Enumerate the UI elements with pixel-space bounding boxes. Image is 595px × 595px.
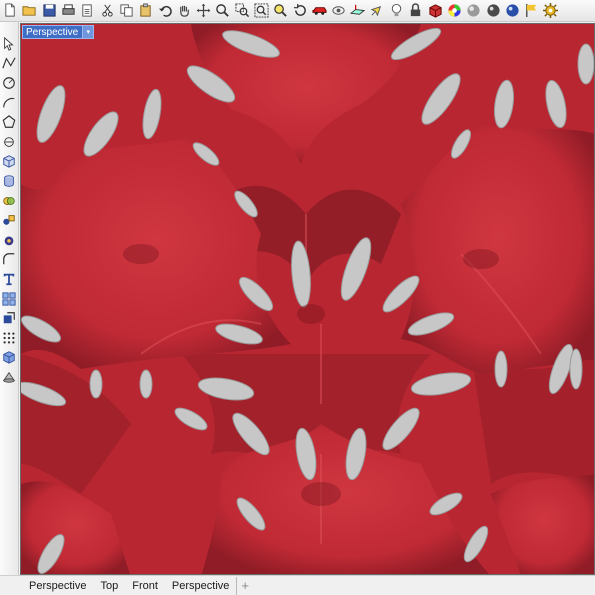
construction-plane-icon[interactable] (348, 1, 367, 21)
select-icon[interactable] (368, 1, 387, 21)
perspective-viewport[interactable]: Perspective ▾ (20, 23, 595, 575)
solid-tools-icon[interactable] (1, 191, 18, 211)
car-icon[interactable] (310, 1, 329, 21)
tab-perspective-active[interactable]: Perspective (165, 576, 238, 595)
arc-icon[interactable] (1, 93, 18, 113)
zoom-selected-icon[interactable] (271, 1, 290, 21)
lightbulb-icon[interactable] (387, 1, 406, 21)
gear-icon[interactable] (541, 1, 560, 21)
main-toolbar (0, 0, 595, 22)
rotate-view-icon[interactable] (290, 1, 309, 21)
move-icon[interactable] (194, 1, 213, 21)
transform-icon[interactable] (1, 308, 18, 328)
paste-icon[interactable] (136, 1, 155, 21)
lock-icon[interactable] (406, 1, 425, 21)
select-arrow-icon[interactable] (1, 34, 18, 54)
pan-hand-icon[interactable] (175, 1, 194, 21)
grid-points-icon[interactable] (1, 328, 18, 348)
zoom-icon[interactable] (213, 1, 232, 21)
text-icon[interactable] (1, 269, 18, 289)
cube-icon[interactable] (1, 348, 18, 368)
cylinder-tools-icon[interactable] (1, 367, 18, 387)
cylinder-icon[interactable] (1, 171, 18, 191)
color-wheel-icon[interactable] (445, 1, 464, 21)
viewport-title-tab[interactable]: Perspective ▾ (22, 25, 95, 39)
circle-icon[interactable] (1, 73, 18, 93)
zoom-window-icon[interactable] (233, 1, 252, 21)
left-toolbar (0, 22, 19, 575)
add-viewport-tab-icon[interactable]: + (241, 578, 249, 593)
tab-top[interactable]: Top (93, 577, 125, 595)
print-icon[interactable] (59, 1, 78, 21)
render-sphere-icon[interactable] (503, 1, 522, 21)
new-file-icon[interactable] (1, 1, 20, 21)
save-icon[interactable] (40, 1, 59, 21)
boolean-icon[interactable] (1, 230, 18, 250)
curve-tools-icon[interactable] (1, 132, 18, 152)
viewport-tabs: Perspective Top Front Perspective + (0, 575, 595, 595)
viewport-menu-dropdown-icon[interactable]: ▾ (82, 26, 94, 38)
material-sphere-icon[interactable] (483, 1, 502, 21)
curve-fillet-icon[interactable] (1, 250, 18, 270)
box-icon[interactable] (1, 152, 18, 172)
cut-icon[interactable] (97, 1, 116, 21)
shaded-sphere-icon[interactable] (464, 1, 483, 21)
polygon-icon[interactable] (1, 112, 18, 132)
viewport-scene[interactable] (21, 24, 595, 575)
flag-icon[interactable] (522, 1, 541, 21)
open-folder-icon[interactable] (20, 1, 39, 21)
copy-icon[interactable] (117, 1, 136, 21)
tab-front[interactable]: Front (125, 577, 165, 595)
undo-icon[interactable] (155, 1, 174, 21)
shapes-icon[interactable] (1, 210, 18, 230)
import-icon[interactable] (78, 1, 97, 21)
array-icon[interactable] (1, 289, 18, 309)
rendered-display-icon[interactable] (426, 1, 445, 21)
polyline-icon[interactable] (1, 54, 18, 74)
zoom-extents-icon[interactable] (252, 1, 271, 21)
tab-perspective[interactable]: Perspective (22, 577, 93, 595)
named-view-icon[interactable] (329, 1, 348, 21)
viewport-title-label: Perspective (26, 26, 79, 38)
